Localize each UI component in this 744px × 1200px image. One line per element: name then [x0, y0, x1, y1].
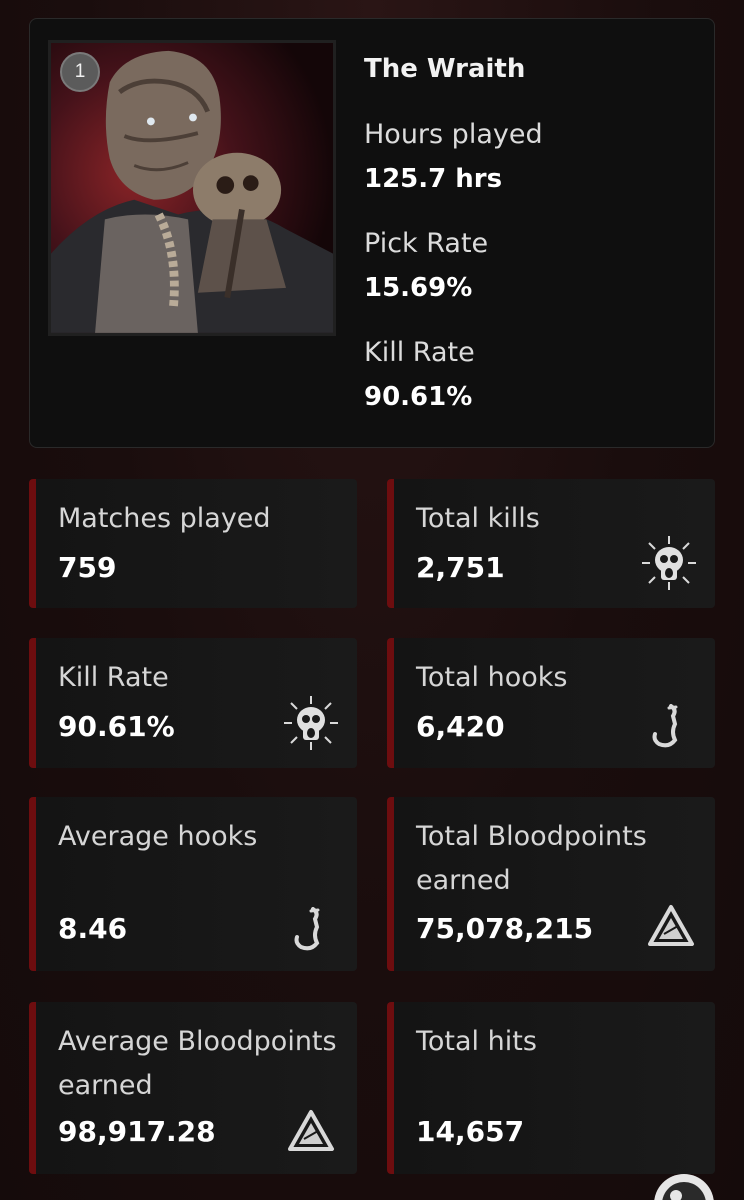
- stat-card-kill-rate: Kill Rate 90.61%: [29, 638, 357, 768]
- stat-value: 2,751: [416, 551, 505, 584]
- stat-label: Average hooks: [58, 821, 258, 852]
- hours-played-label: Hours played: [364, 119, 543, 150]
- stat-value: 6,420: [416, 710, 505, 743]
- stat-card-average-bloodpoints: Average Bloodpoints earned 98,917.28: [29, 1002, 357, 1174]
- rank-badge: 1: [60, 52, 100, 92]
- killer-stats-page: 1 The Wraith Hours played 125.7 hrs Pick…: [0, 0, 744, 1200]
- stat-card-matches-played: Matches played 759: [29, 479, 357, 608]
- stat-value: 90.61%: [58, 710, 175, 743]
- stat-value: 759: [58, 551, 117, 584]
- stat-card-total-hooks: Total hooks 6,420: [387, 638, 715, 768]
- stat-card-total-kills: Total kills 2,751: [387, 479, 715, 608]
- stat-value: 98,917.28: [58, 1115, 216, 1148]
- kill-rate-label: Kill Rate: [364, 337, 475, 368]
- killer-name: The Wraith: [364, 54, 526, 84]
- bloodpoints-icon: [647, 904, 695, 948]
- pick-rate-value: 15.69%: [364, 273, 473, 303]
- stat-label: Total hits: [416, 1026, 537, 1057]
- hook-icon: [291, 907, 327, 951]
- kill-rate-value: 90.61%: [364, 382, 473, 412]
- hook-icon: [649, 704, 685, 748]
- skull-icon: [282, 694, 340, 752]
- stat-label: Total hooks: [416, 662, 568, 693]
- stat-label: Total Bloodpoints earned: [416, 821, 647, 896]
- stat-value: 8.46: [58, 912, 128, 945]
- stat-card-total-bloodpoints: Total Bloodpoints earned 75,078,215: [387, 797, 715, 971]
- bloodpoints-icon: [287, 1109, 335, 1153]
- stat-label: Average Bloodpoints earned: [58, 1026, 337, 1101]
- stat-value: 14,657: [416, 1115, 525, 1148]
- floating-emblem-icon[interactable]: [652, 1172, 716, 1200]
- hours-played-value: 125.7 hrs: [364, 164, 503, 194]
- stat-label: Matches played: [58, 503, 271, 534]
- skull-icon: [640, 534, 698, 592]
- pick-rate-label: Pick Rate: [364, 228, 489, 259]
- stat-card-total-hits: Total hits 14,657: [387, 1002, 715, 1174]
- stat-card-average-hooks: Average hooks 8.46: [29, 797, 357, 971]
- stat-value: 75,078,215: [416, 912, 594, 945]
